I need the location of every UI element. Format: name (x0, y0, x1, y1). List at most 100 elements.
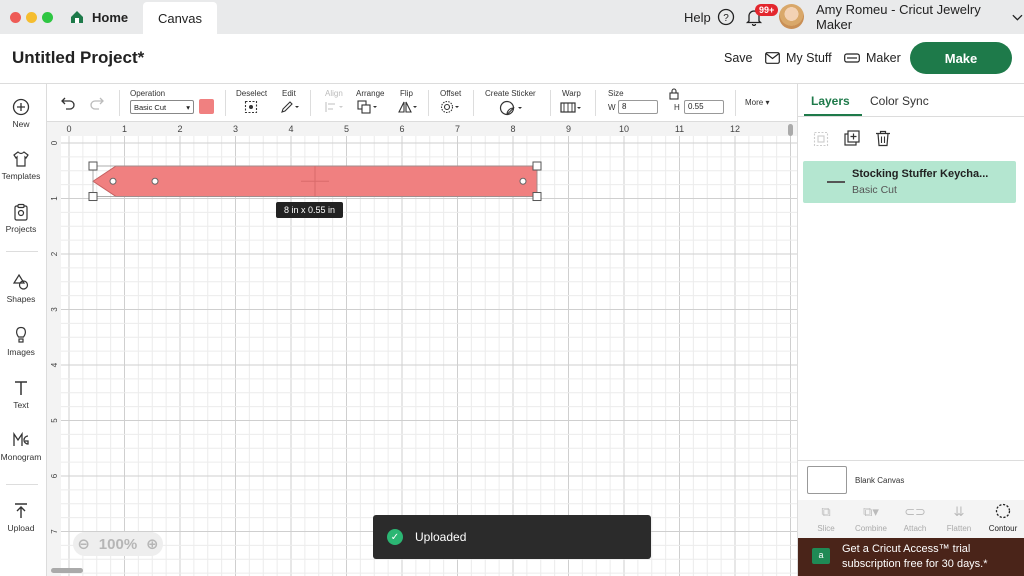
resize-handle[interactable] (532, 161, 542, 171)
ruler-x-label: 4 (288, 124, 293, 134)
user-name: Amy Romeu - Cricut Jewelry Maker (816, 2, 981, 32)
save-button[interactable]: Save (724, 51, 753, 65)
design-canvas[interactable]: 0 1 2 3 4 5 6 7 8 9 10 11 12 0 1 2 3 4 5 6 7 8 in x 0.55 in … (47, 122, 797, 576)
ruler-y-label: 5 (50, 418, 59, 423)
node-point[interactable] (151, 177, 159, 185)
zoom-level: 100% (98, 535, 138, 553)
lock-icon[interactable] (669, 88, 679, 100)
ruler-x-label: 12 (730, 124, 740, 134)
width-input[interactable]: 8 (618, 100, 658, 114)
arrange-icon[interactable] (357, 100, 379, 114)
templates-button[interactable]: Templates (0, 150, 42, 181)
promo-text: Get a Cricut Access™ trial subscription … (842, 543, 988, 570)
vertical-scrollbar[interactable] (788, 124, 793, 136)
monogram-button[interactable]: Monogram (0, 431, 42, 462)
height-input[interactable]: 0.55 (684, 100, 724, 114)
shapes-button[interactable]: Shapes (0, 273, 42, 304)
horizontal-scrollbar[interactable] (51, 568, 83, 573)
create-sticker-label: Create Sticker (485, 89, 536, 98)
blank-canvas-swatch[interactable] (807, 466, 847, 494)
images-button[interactable]: Images (0, 326, 42, 357)
ruler-y-label: 0 (50, 140, 59, 145)
my-stuff-button[interactable]: My Stuff (765, 51, 832, 65)
height-value: 0.55 (688, 102, 704, 111)
svg-text:?: ? (723, 13, 729, 24)
pencil-icon[interactable] (280, 100, 300, 114)
edit-toolbar: Operation Basic Cut ▾ Deselect Edit Alig… (47, 84, 797, 122)
undo-icon[interactable] (60, 96, 76, 110)
ruler-x-label: 10 (619, 124, 629, 134)
close-window-button[interactable] (10, 12, 21, 23)
shirt-icon (13, 151, 29, 167)
arrange-label: Arrange (356, 89, 385, 98)
divider (225, 90, 226, 116)
plus-circle-icon (12, 98, 30, 116)
canvas-grid[interactable]: 0 1 2 3 4 5 6 7 8 9 10 11 1201234567 (47, 122, 797, 576)
flip-icon[interactable] (397, 100, 419, 114)
upload-icon (15, 503, 27, 518)
save-label: Save (724, 51, 753, 65)
ruler-x-label: 2 (177, 124, 182, 134)
divider (595, 90, 596, 116)
deselect-label: Deselect (236, 89, 268, 98)
machine-button[interactable]: Maker (844, 51, 901, 65)
ruler-y-label: 6 (50, 473, 59, 478)
uploaded-toast: ✓ Uploaded (373, 515, 651, 559)
group-icon[interactable] (813, 131, 829, 147)
text-button[interactable]: Text (0, 379, 42, 410)
my-stuff-label: My Stuff (786, 51, 832, 65)
user-menu[interactable]: Amy Romeu - Cricut Jewelry Maker (816, 0, 1024, 34)
node-point[interactable] (109, 177, 117, 185)
redo-icon[interactable] (89, 96, 105, 110)
resize-handle[interactable] (88, 161, 98, 171)
minimize-window-button[interactable] (26, 12, 37, 23)
avatar[interactable] (779, 4, 804, 29)
offset-icon[interactable] (440, 100, 462, 114)
upload-button[interactable]: Upload (0, 502, 42, 533)
slice-label: Slice (817, 524, 835, 533)
warp-icon[interactable] (560, 101, 584, 115)
divider (428, 90, 429, 116)
resize-handle[interactable] (88, 192, 98, 202)
contour-icon (995, 503, 1011, 519)
divider (473, 90, 474, 116)
maximize-window-button[interactable] (42, 12, 53, 23)
height-label: H (674, 103, 680, 112)
access-promo-banner[interactable]: a Get a Cricut Access™ trial subscriptio… (798, 538, 1024, 576)
deselect-icon[interactable] (244, 100, 258, 114)
operation-select[interactable]: Basic Cut ▾ (130, 100, 194, 114)
help-button[interactable]: Help ? (684, 0, 735, 34)
line-layer-icon (827, 181, 845, 183)
machine-icon (844, 53, 860, 63)
text-label: Text (13, 400, 29, 410)
more-button[interactable]: More ▾ (745, 98, 769, 107)
zoom-out-icon[interactable]: ⊖ (77, 535, 90, 553)
operation-value: Basic Cut (134, 102, 167, 112)
tab-layers[interactable]: Layers (811, 94, 850, 108)
divider (798, 460, 1024, 461)
project-title[interactable]: Untitled Project* (12, 48, 144, 68)
resize-handle[interactable] (532, 192, 542, 202)
notification-badge: 99+ (755, 4, 779, 16)
slice-icon: ⧉ (821, 504, 831, 519)
trash-icon[interactable] (875, 130, 891, 147)
zoom-in-icon[interactable]: ⊕ (146, 535, 159, 553)
make-button[interactable]: Make (910, 42, 1012, 74)
flip-label: Flip (400, 89, 413, 98)
envelope-icon (765, 52, 780, 64)
ruler-x-label: 0 (66, 124, 71, 134)
tab-home[interactable]: Home (70, 0, 128, 34)
node-point[interactable] (519, 177, 527, 185)
tab-canvas[interactable]: Canvas (143, 2, 217, 34)
sticker-icon[interactable] (499, 100, 525, 116)
color-swatch[interactable] (199, 99, 214, 114)
align-icon[interactable] (324, 100, 344, 114)
contour-label: Contour (988, 524, 1018, 533)
projects-button[interactable]: Projects (0, 203, 42, 234)
flatten-icon: ⇊ (953, 504, 965, 519)
tab-color-sync[interactable]: Color Sync (870, 94, 929, 108)
new-button[interactable]: New (0, 98, 42, 129)
ruler-left (47, 122, 61, 576)
duplicate-icon[interactable] (844, 130, 861, 147)
layer-item[interactable]: Stocking Stuffer Keycha... Basic Cut (803, 161, 1016, 203)
